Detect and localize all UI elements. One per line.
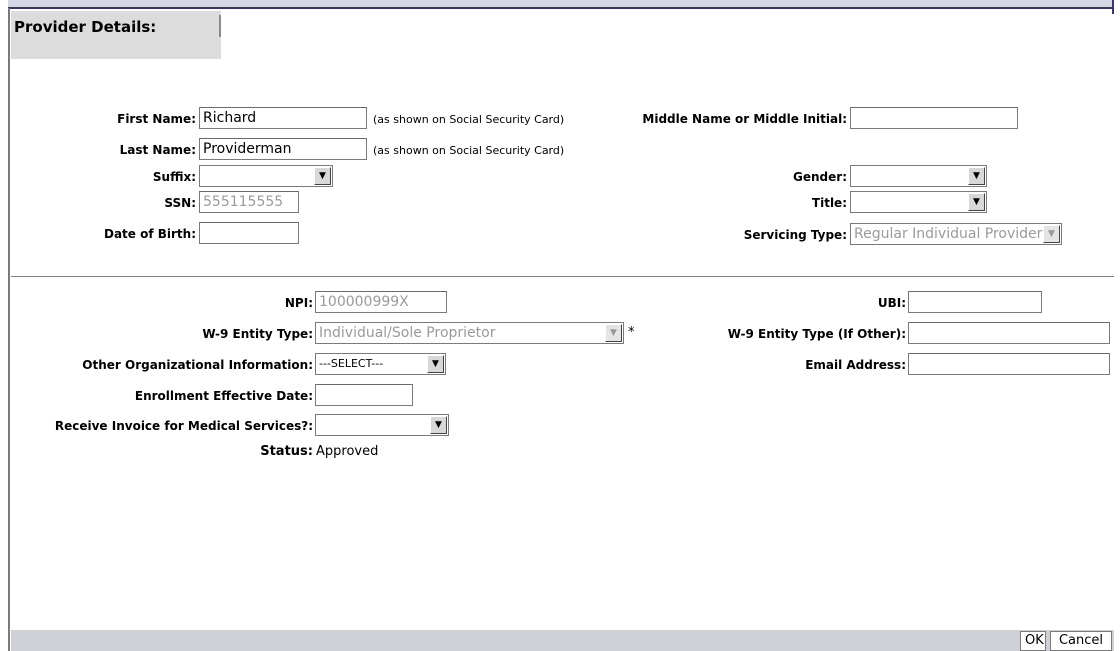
page-title: Provider Details:	[14, 18, 157, 36]
header-separator	[219, 15, 221, 37]
npi-field[interactable]: 100000999X	[315, 291, 447, 313]
other-org-info-value: ---SELECT---	[319, 357, 384, 370]
frame-corner	[1112, 0, 1114, 14]
ubi-label: UBI:	[877, 296, 906, 310]
ok-button[interactable]: OK	[1020, 631, 1046, 651]
email-label: Email Address:	[805, 358, 906, 372]
ssn-label: SSN:	[164, 196, 196, 210]
servicing-type-label: Servicing Type:	[743, 228, 847, 242]
title-value	[852, 193, 968, 211]
chevron-down-icon[interactable]: ▼	[968, 193, 985, 211]
w9-entity-type-select[interactable]: Individual/Sole Proprietor ▼	[315, 322, 624, 344]
chevron-down-icon[interactable]: ▼	[427, 355, 444, 373]
other-org-info-label: Other Organizational Information:	[82, 358, 313, 372]
suffix-value	[201, 167, 314, 185]
receive-invoice-value	[317, 416, 430, 434]
section-divider	[11, 276, 1114, 277]
email-field[interactable]	[908, 353, 1110, 375]
first-name-field[interactable]: Richard	[199, 107, 367, 129]
w9-entity-type-other-label: W-9 Entity Type (If Other):	[727, 327, 906, 341]
ubi-field[interactable]	[908, 291, 1042, 313]
w9-entity-type-other-field[interactable]	[908, 322, 1110, 344]
middle-name-label: Middle Name or Middle Initial:	[642, 112, 847, 126]
chevron-down-icon[interactable]: ▼	[605, 324, 622, 342]
status-label: Status:	[260, 444, 313, 459]
last-name-note: (as shown on Social Security Card)	[373, 144, 565, 157]
enrollment-date-label: Enrollment Effective Date:	[134, 389, 313, 403]
suffix-select[interactable]: ▼	[199, 165, 333, 187]
status-value: Approved	[316, 444, 379, 459]
middle-name-field[interactable]	[850, 107, 1018, 129]
last-name-label: Last Name:	[119, 143, 196, 157]
servicing-type-select[interactable]: Regular Individual Provider ▼	[850, 223, 1062, 245]
receive-invoice-select[interactable]: ▼	[315, 414, 449, 436]
servicing-type-value: Regular Individual Provider	[854, 226, 1043, 242]
required-mark: *	[628, 325, 635, 340]
chevron-down-icon[interactable]: ▼	[314, 167, 331, 185]
enrollment-date-field[interactable]	[315, 384, 413, 406]
title-select[interactable]: ▼	[850, 191, 987, 213]
w9-entity-type-label: W-9 Entity Type:	[202, 327, 313, 341]
first-name-note: (as shown on Social Security Card)	[373, 113, 565, 126]
dob-field[interactable]	[199, 222, 299, 244]
chevron-down-icon[interactable]: ▼	[1043, 225, 1060, 243]
npi-label: NPI:	[284, 296, 313, 310]
other-org-info-select[interactable]: ---SELECT--- ▼	[315, 353, 446, 375]
chevron-down-icon[interactable]: ▼	[430, 416, 447, 434]
left-frame-border	[8, 8, 10, 651]
dob-label: Date of Birth:	[103, 227, 196, 241]
gender-select[interactable]: ▼	[850, 165, 987, 187]
receive-invoice-label: Receive Invoice for Medical Services?:	[54, 419, 313, 433]
suffix-label: Suffix:	[152, 170, 196, 184]
title-label: Title:	[811, 196, 847, 210]
gender-value	[852, 167, 968, 185]
last-name-field[interactable]: Providerman	[199, 138, 367, 160]
first-name-label: First Name:	[117, 112, 196, 126]
window-top-bar	[8, 0, 1114, 9]
footer-bar	[11, 630, 1114, 651]
w9-entity-type-value: Individual/Sole Proprietor	[319, 325, 496, 341]
chevron-down-icon[interactable]: ▼	[968, 167, 985, 185]
gender-label: Gender:	[793, 170, 847, 184]
ssn-field[interactable]: 555115555	[199, 191, 299, 213]
cancel-button[interactable]: Cancel	[1050, 631, 1112, 651]
